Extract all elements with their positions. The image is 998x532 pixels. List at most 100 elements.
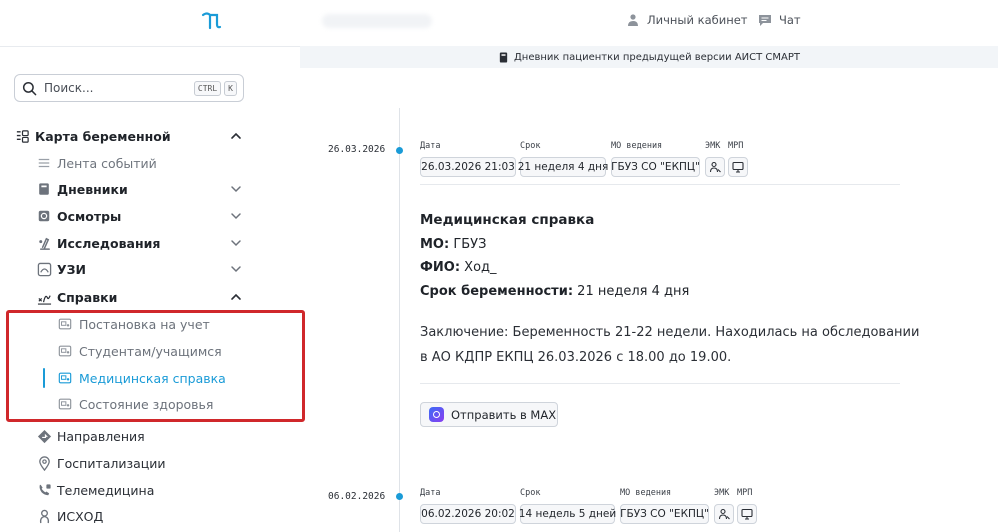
sidebar-item-label: Направления [57,428,145,444]
sidebar-item-certificates[interactable]: Справки [0,284,260,310]
sidebar-item-hospitalizations[interactable]: Госпитализации [0,450,260,476]
mrp-button[interactable] [737,504,757,524]
search-icon [22,81,37,95]
sidebar-subitem-registration[interactable]: Постановка на учет [0,311,260,337]
chat-label: Чат [779,13,801,27]
term-label: Срок [520,141,541,151]
person-card-icon [709,161,721,173]
sidebar-subitem-health-status[interactable]: Состояние здоровья [0,391,260,417]
sidebar-item-label: Лента событий [57,155,157,171]
term-chip: 21 неделя 4 дня [518,157,608,177]
sidebar-item-pregnancy-card[interactable]: Карта беременной [0,123,260,149]
shortcut-ctrl-key: CTRL [193,80,222,96]
certificate-doc-icon [57,316,73,332]
mo-label: МО ведения [611,141,663,151]
max-logo-icon [429,407,444,422]
emk-label: ЭМК [705,141,721,151]
mo-field-value: ГБУЗ [453,237,487,252]
timeline-date: 06.02.2026 [328,491,386,502]
top-header: Личный кабинет Чат [300,0,998,44]
fio-field-label: ФИО: [420,260,461,275]
certificate-doc-icon [57,370,73,386]
sidebar-subitem-medical-certificate[interactable]: Медицинская справка [0,365,260,391]
term-field-value: 21 неделя 4 дня [577,284,690,299]
mo-field-label: МО: [420,237,450,252]
monitor-icon [741,508,753,520]
chevron-down-icon[interactable] [229,182,243,196]
banner-text: Дневник пациентки предыдущей версии АИСТ… [513,51,801,63]
sidebar-item-examinations[interactable]: Осмотры [0,203,260,229]
sidebar-item-label: Состояние здоровья [79,396,214,412]
sidebar-item-label: Карта беременной [35,128,171,144]
sidebar-item-outcome[interactable]: ИСХОД [0,503,260,529]
emk-label: ЭМК [714,488,730,498]
research-icon [36,235,52,251]
mo-label: МО ведения [620,488,672,498]
sidebar-item-label: Телемедицина [57,482,155,498]
certificate-doc-icon [57,343,73,359]
chevron-up-icon[interactable] [229,290,243,304]
chevron-down-icon[interactable] [229,209,243,223]
sidebar-item-label: УЗИ [57,261,86,277]
mrp-label: МРП [728,141,744,151]
sidebar-item-event-feed[interactable]: Лента событий [0,150,260,176]
document-fio-line: ФИО: Ход_ [420,260,497,275]
shortcut-k-key: K [224,80,237,96]
send-button-label: Отправить в MAX [451,407,557,422]
search-input[interactable] [44,81,191,95]
sidebar-divider [0,46,300,47]
sidebar-item-label: Госпитализации [57,455,166,471]
pregnancy-card-icon [14,128,30,144]
chevron-down-icon[interactable] [229,262,243,276]
fio-field-value: Ход_ [464,260,497,275]
sidebar-item-telemedicine[interactable]: Телемедицина [0,477,260,503]
emk-button[interactable] [705,157,725,177]
exam-icon [36,208,52,224]
certificate-icon [36,289,52,305]
chevron-down-icon[interactable] [229,236,243,250]
sidebar-item-label: Постановка на учет [79,316,210,332]
person-card-icon [718,508,730,520]
blurred-patient-name [322,14,432,28]
date-chip: 06.02.2026 20:02 [420,504,516,524]
personal-cabinet-link[interactable]: Личный кабинет [626,13,748,27]
sidebar-item-label: Студентам/учащимся [79,343,222,359]
timeline-date: 26.03.2026 [328,144,386,155]
term-label: Срок [520,488,541,498]
telemedicine-icon [36,482,52,498]
sidebar-item-research[interactable]: Исследования [0,230,260,256]
entry-separator [420,184,900,185]
sidebar-item-ultrasound[interactable]: УЗИ [0,256,260,282]
sidebar-item-label: Дневники [57,181,128,197]
sidebar-subitem-students[interactable]: Студентам/учащимся [0,338,260,364]
document-conclusion: Заключение: Беременность 21-22 недели. Н… [420,325,920,365]
ultrasound-icon [36,261,52,277]
chat-icon [759,15,771,26]
personal-cabinet-label: Личный кабинет [647,13,748,27]
search-box[interactable]: CTRL K [14,74,244,102]
document-term-line: Срок беременности: 21 неделя 4 дня [420,284,689,299]
certificate-doc-icon [57,396,73,412]
mo-chip: ГБУЗ СО "ЕКПЦ" [620,504,709,524]
mrp-button[interactable] [728,157,748,177]
timeline-dot [396,147,403,154]
emk-button[interactable] [714,504,734,524]
send-to-max-button[interactable]: Отправить в MAX [420,402,558,427]
entry-separator [420,383,900,384]
chat-link[interactable]: Чат [758,13,801,27]
sidebar-item-directions[interactable]: Направления [0,423,260,449]
app-logo[interactable] [198,8,224,32]
legacy-diary-banner[interactable]: Дневник пациентки предыдущей версии АИСТ… [300,46,998,68]
timeline-line [399,108,400,532]
date-chip: 26.03.2026 21:03 [420,157,516,177]
term-chip: 14 недель 5 дней [519,504,616,524]
chevron-up-icon[interactable] [229,129,243,143]
sidebar-item-label: ИСХОД [57,508,104,524]
mo-chip: ГБУЗ СО "ЕКПЦ" [611,157,700,177]
date-label: Дата [420,141,441,151]
sidebar: CTRL K Карта беременной Лента событий Дн… [0,0,300,532]
date-label: Дата [420,488,441,498]
sidebar-item-label: Исследования [57,235,161,251]
sidebar-item-diaries[interactable]: Дневники [0,176,260,202]
sidebar-item-label: Осмотры [57,208,122,224]
